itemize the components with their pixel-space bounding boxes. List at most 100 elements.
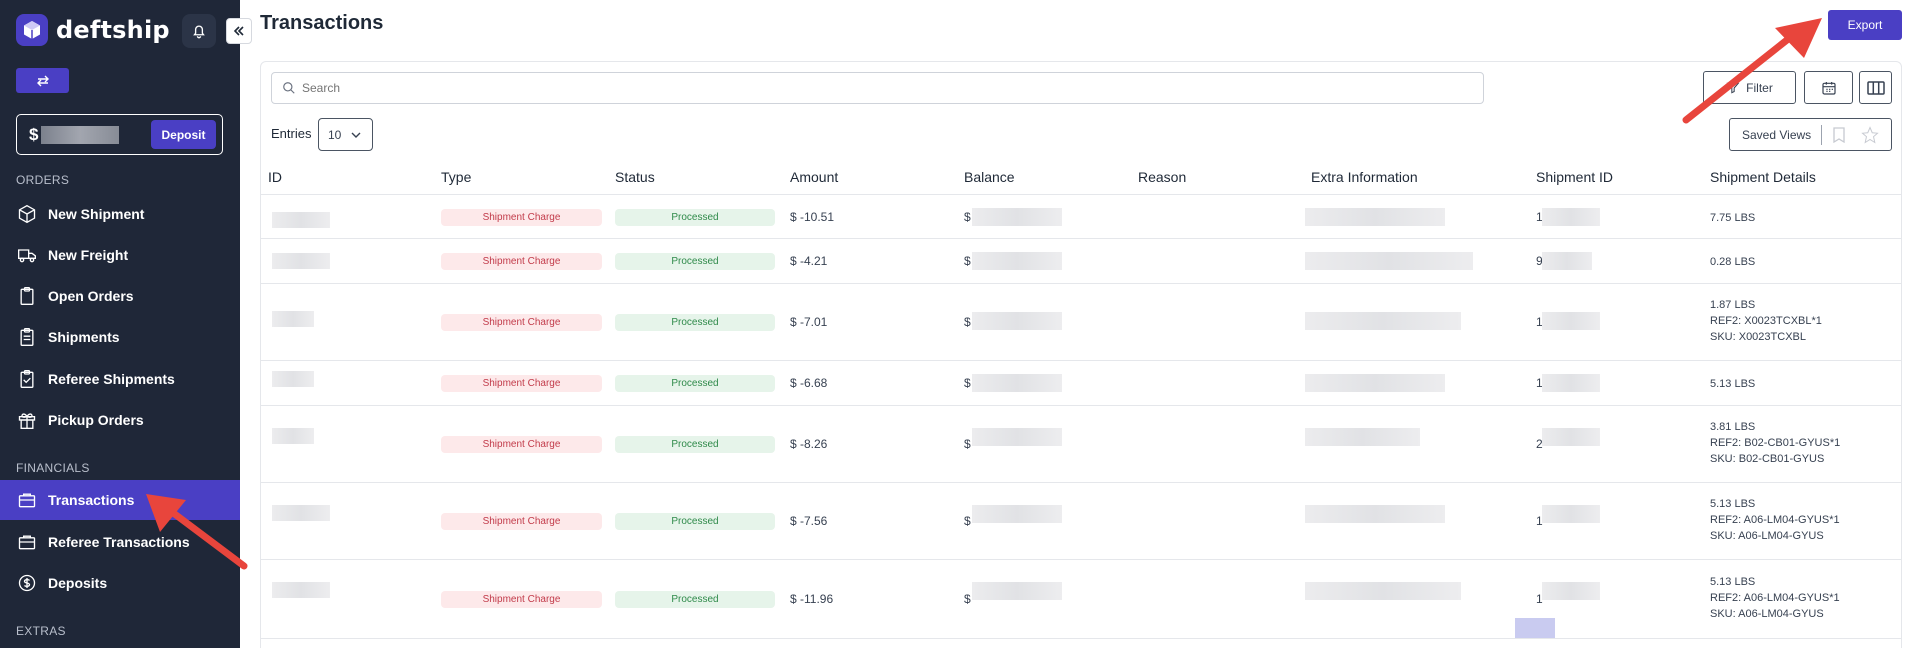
sidebar-item-shipments[interactable]: Shipments	[0, 317, 240, 357]
amount-value: $ -11.96	[790, 592, 834, 606]
swap-arrows-icon	[36, 75, 49, 86]
id-redacted	[272, 428, 314, 444]
saved-views-label: Saved Views	[1742, 127, 1812, 142]
table-row[interactable]: Shipment Charge Processed $ -4.21 $ 9 0.…	[260, 239, 1902, 284]
extra-info-redacted	[1305, 252, 1473, 270]
amount-value: $ -6.68	[790, 376, 828, 390]
switch-account-button[interactable]	[16, 68, 69, 93]
sidebar-item-label: New Freight	[48, 247, 129, 263]
shipment-sku: SKU: X0023TCXBL	[1710, 331, 1806, 343]
sidebar-item-label: Open Orders	[48, 288, 134, 304]
shipment-weight: 7.75 LBS	[1710, 212, 1756, 224]
column-header-extra-information[interactable]: Extra Information	[1311, 169, 1418, 185]
clipboard-icon	[16, 285, 38, 307]
search-input[interactable]	[302, 81, 1402, 95]
shipment-weight: 5.13 LBS	[1710, 498, 1756, 510]
table-row[interactable]: Shipment Charge Processed $ -7.01 $ 1 1.…	[260, 284, 1902, 361]
annotation-arrow-transactions	[146, 494, 248, 570]
type-badge: Shipment Charge	[441, 314, 602, 331]
section-label-financials: FINANCIALS	[16, 461, 90, 475]
entries-select[interactable]: 10	[318, 118, 373, 151]
table-row[interactable]: Shipment Charge Processed $ -8.26 $ 2 3.…	[260, 406, 1902, 483]
type-badge: Shipment Charge	[441, 209, 602, 226]
logo[interactable]: deftship	[16, 12, 170, 48]
column-header-reason[interactable]: Reason	[1138, 169, 1186, 185]
deposit-button[interactable]: Deposit	[151, 120, 216, 149]
column-header-shipment-details[interactable]: Shipment Details	[1710, 169, 1816, 185]
balance-currency: $	[964, 376, 971, 390]
extra-info-redacted	[1305, 582, 1461, 600]
columns-button[interactable]	[1859, 71, 1892, 104]
amount-value: $ -4.21	[790, 254, 828, 268]
truck-icon	[16, 244, 38, 266]
bookmark-icon[interactable]	[1832, 127, 1846, 143]
search-box[interactable]	[271, 72, 1484, 104]
table-row[interactable]: Shipment Charge Processed $ -11.96 $ 1 5…	[260, 560, 1902, 639]
sidebar-item-label: Deposits	[48, 575, 108, 591]
shipment-weight: 1.87 LBS	[1710, 299, 1756, 311]
status-badge: Processed	[615, 375, 775, 392]
balance-currency: $	[964, 315, 971, 329]
amount-value: $ -8.26	[790, 437, 828, 451]
sidebar-item-new-freight[interactable]: New Freight	[0, 235, 240, 275]
type-badge: Shipment Charge	[441, 253, 602, 270]
sidebar-item-pickup-orders[interactable]: Pickup Orders	[0, 400, 240, 440]
sidebar-item-open-orders[interactable]: Open Orders	[0, 276, 240, 316]
table-row[interactable]: Shipment Charge Processed $ -10.51 $ 1 7…	[260, 195, 1902, 239]
floating-widget-redacted	[1515, 618, 1555, 638]
column-header-shipment-id[interactable]: Shipment ID	[1536, 169, 1613, 185]
balance-redacted	[972, 582, 1062, 600]
id-redacted	[272, 371, 314, 387]
shipment-weight: 0.28 LBS	[1710, 256, 1756, 268]
shipment-sku: SKU: A06-LM04-GYUS	[1710, 608, 1824, 620]
table-row[interactable]: Shipment Charge Processed $ -7.56 $ 1 5.…	[260, 483, 1902, 560]
extra-info-redacted	[1305, 428, 1420, 446]
dollar-circle-icon	[16, 572, 38, 594]
status-badge: Processed	[615, 436, 775, 453]
briefcase-icon	[16, 489, 38, 511]
status-badge: Processed	[615, 513, 775, 530]
column-header-balance[interactable]: Balance	[964, 169, 1015, 185]
shipment-details: 1.87 LBS REF2: X0023TCXBL*1 SKU: X0023TC…	[1710, 297, 1822, 345]
shipment-ref: REF2: B02-CB01-GYUS*1	[1710, 437, 1841, 449]
annotation-arrow-export	[1682, 18, 1822, 124]
sidebar-item-label: New Shipment	[48, 206, 145, 222]
amount-value: $ -10.51	[790, 210, 835, 224]
column-header-id[interactable]: ID	[268, 169, 282, 185]
shipment-sku: SKU: A06-LM04-GYUS	[1710, 530, 1824, 542]
export-button[interactable]: Export	[1828, 10, 1902, 40]
shipment-weight: 5.13 LBS	[1710, 378, 1756, 390]
id-redacted	[272, 505, 330, 521]
cube-logo-icon	[16, 14, 48, 46]
type-badge: Shipment Charge	[441, 436, 602, 453]
shipment-details: 5.13 LBS REF2: A06-LM04-GYUS*1 SKU: A06-…	[1710, 574, 1840, 622]
shipment-id-redacted	[1542, 252, 1592, 270]
page-title: Transactions	[260, 12, 384, 34]
amount-value: $ -7.56	[790, 514, 828, 528]
sidebar-item-label: Referee Shipments	[48, 371, 175, 387]
balance-redacted	[972, 505, 1062, 523]
column-header-status[interactable]: Status	[615, 169, 655, 185]
shipment-id-redacted	[1542, 582, 1600, 600]
balance-currency: $	[964, 437, 971, 451]
sidebar-item-new-shipment[interactable]: New Shipment	[0, 194, 240, 234]
star-icon[interactable]	[1861, 126, 1879, 144]
sidebar-item-referee-shipments[interactable]: Referee Shipments	[0, 359, 240, 399]
shipment-details: 0.28 LBS	[1710, 254, 1755, 270]
sidebar-item-label: Pickup Orders	[48, 412, 144, 428]
table-row[interactable]: Shipment Charge Processed $ -6.68 $ 1 5.…	[260, 361, 1902, 406]
clipboard-list-icon	[16, 326, 38, 348]
column-header-type[interactable]: Type	[441, 169, 471, 185]
collapse-sidebar-button[interactable]	[226, 18, 252, 44]
balance-currency: $	[964, 592, 971, 606]
gift-box-icon	[16, 409, 38, 431]
status-badge: Processed	[615, 209, 775, 226]
notifications-button[interactable]	[182, 14, 216, 48]
extra-info-redacted	[1305, 208, 1445, 226]
type-badge: Shipment Charge	[441, 591, 602, 608]
clipboard-check-icon	[16, 368, 38, 390]
amount-value: $ -7.01	[790, 315, 828, 329]
shipment-details: 5.13 LBS REF2: A06-LM04-GYUS*1 SKU: A06-…	[1710, 496, 1840, 544]
column-header-amount[interactable]: Amount	[790, 169, 838, 185]
bell-icon	[193, 25, 205, 39]
